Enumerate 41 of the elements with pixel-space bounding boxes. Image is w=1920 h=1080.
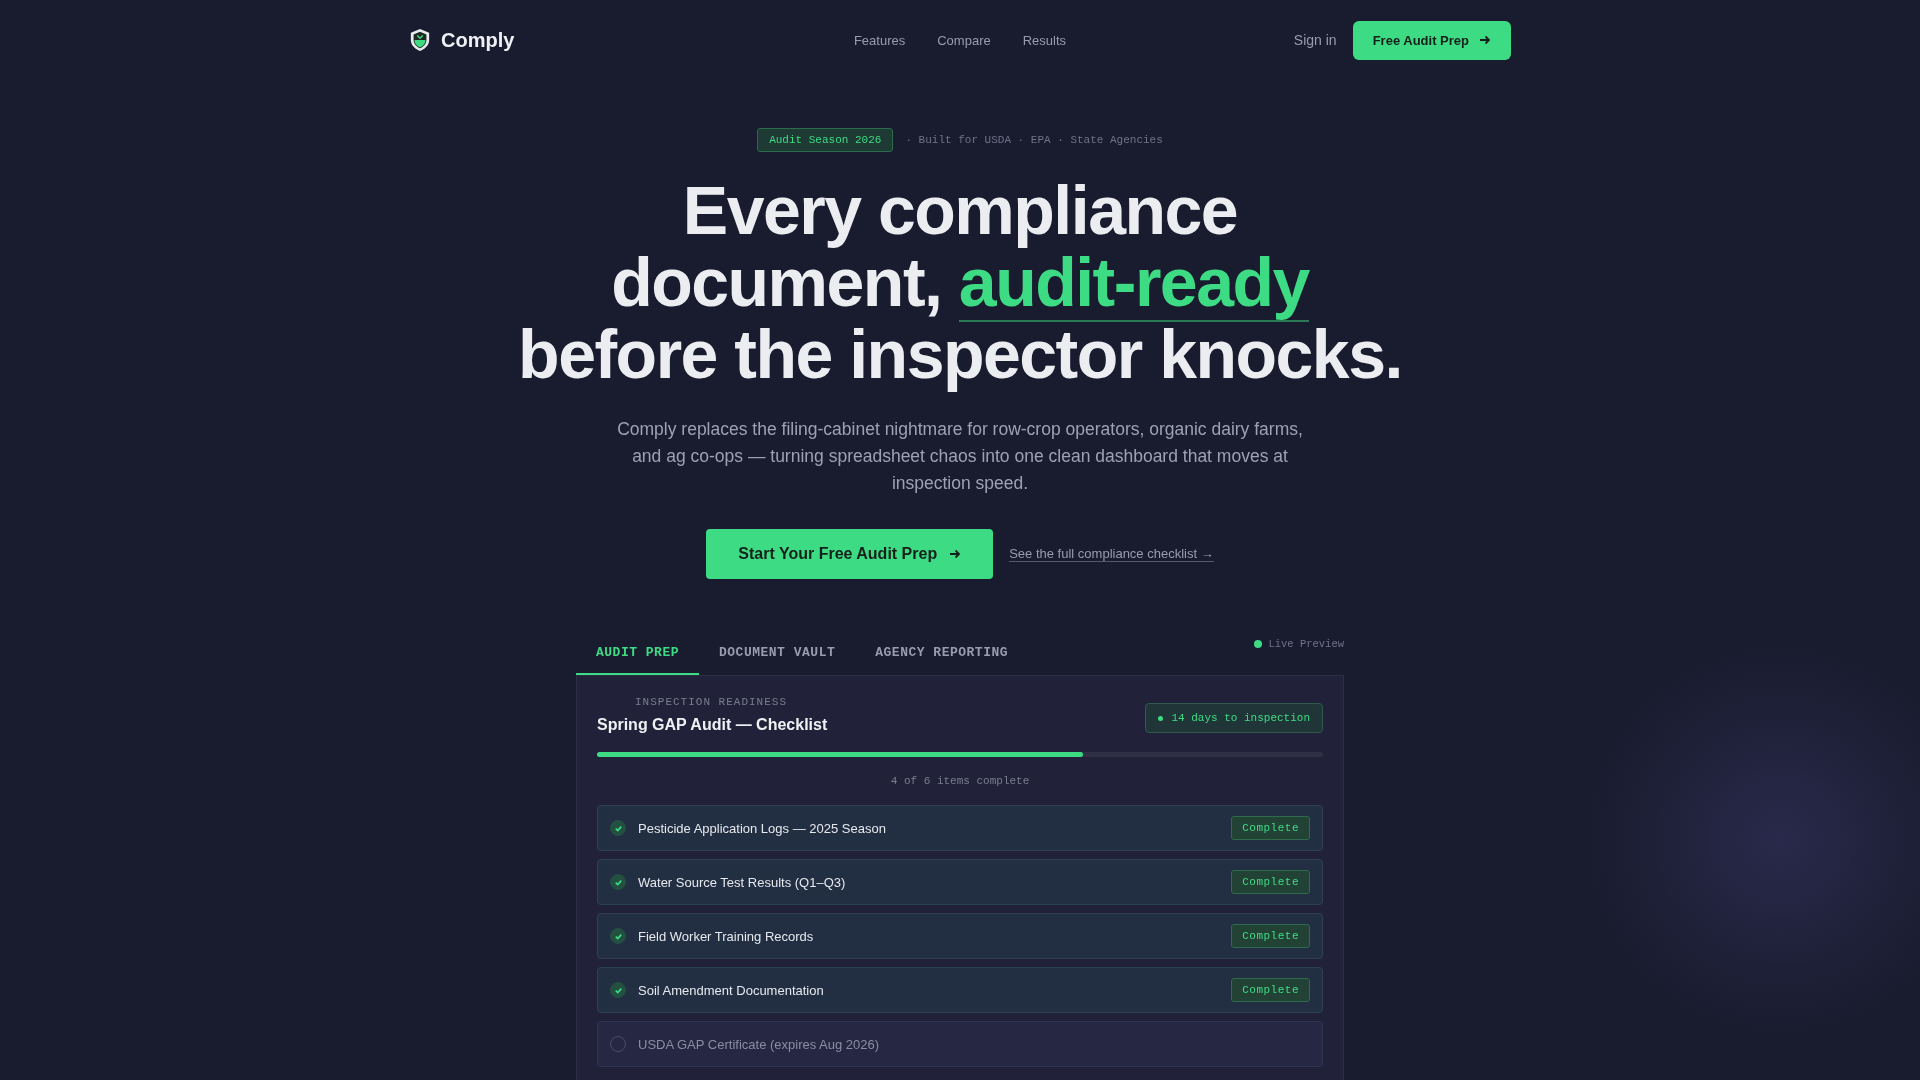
progress-text: 4 of 6 items complete — [889, 775, 1031, 787]
card-title: Spring GAP Audit — Checklist — [597, 716, 828, 734]
item-label: Water Source Test Results (Q1–Q3) — [638, 874, 846, 890]
tab[interactable]: DOCUMENT VAULT — [699, 633, 856, 675]
checklist-item[interactable]: Field Worker Training Records Complete — [597, 913, 1323, 959]
brand-name[interactable]: Comply — [441, 28, 515, 52]
checklist-item[interactable]: Water Source Test Results (Q1–Q3) Complete — [597, 859, 1323, 905]
item-label: USDA GAP Certificate (expires Aug 2026) — [638, 1036, 880, 1052]
checklist-link[interactable]: See the full compliance checklist → — [1009, 546, 1214, 562]
tab[interactable]: AGENCY REPORTING — [855, 633, 1029, 675]
item-label: Field Worker Training Records — [638, 928, 814, 944]
start-audit-prep-button[interactable]: Start Your Free Audit Prep — [706, 529, 994, 579]
checklist-item[interactable]: Soil Amendment Documentation Complete — [597, 967, 1323, 1013]
hero-headline: Every compliance document, audit-ready before the inspector knocks. — [517, 174, 1403, 390]
countdown-badge: 14 days to inspection — [1145, 703, 1323, 733]
sign-in-link[interactable]: Sign in — [1293, 32, 1337, 48]
check-circle-icon[interactable] — [610, 874, 626, 890]
status-tag: Complete — [1231, 978, 1310, 1002]
hero-subtitle: Comply replaces the filing-cabinet nightmare for row-crop operators, organic dairy farms, and ag co-ops — turning spreadsheet chaos into one clean dashboard that moves at inspection speed. — [616, 418, 1304, 495]
status-dot-icon — [1254, 640, 1263, 648]
check-circle-icon[interactable] — [610, 820, 626, 836]
status-tag: Complete — [1231, 816, 1310, 840]
agency-tagline: · Built for USDA · EPA · State Agencies — [905, 134, 1163, 146]
item-label: Pesticide Application Logs — 2025 Season — [638, 820, 886, 836]
status-tag: Complete — [1231, 924, 1310, 948]
card-eyebrow: INSPECTION READINESS — [634, 696, 789, 708]
nav-link[interactable]: Results — [1022, 32, 1067, 48]
check-circle-icon[interactable] — [610, 928, 626, 944]
checklist-item[interactable]: USDA GAP Certificate (expires Aug 2026) — [597, 1021, 1323, 1067]
arrow-right-icon — [949, 548, 962, 560]
shield-logo-icon — [409, 27, 431, 53]
nav-link[interactable]: Features — [853, 32, 906, 48]
checklist-item[interactable]: Pesticide Application Logs — 2025 Season Complete — [597, 805, 1323, 851]
status-tag: Complete — [1231, 870, 1310, 894]
season-badge: Audit Season 2026 — [757, 128, 894, 152]
arrow-right-icon — [1479, 34, 1491, 46]
live-preview-label: Live Preview — [1268, 638, 1344, 650]
item-label: Soil Amendment Documentation — [638, 982, 824, 998]
check-circle-icon[interactable] — [610, 982, 626, 998]
nav-link[interactable]: Compare — [937, 32, 991, 48]
free-audit-prep-button[interactable]: Free Audit Prep — [1352, 20, 1511, 60]
